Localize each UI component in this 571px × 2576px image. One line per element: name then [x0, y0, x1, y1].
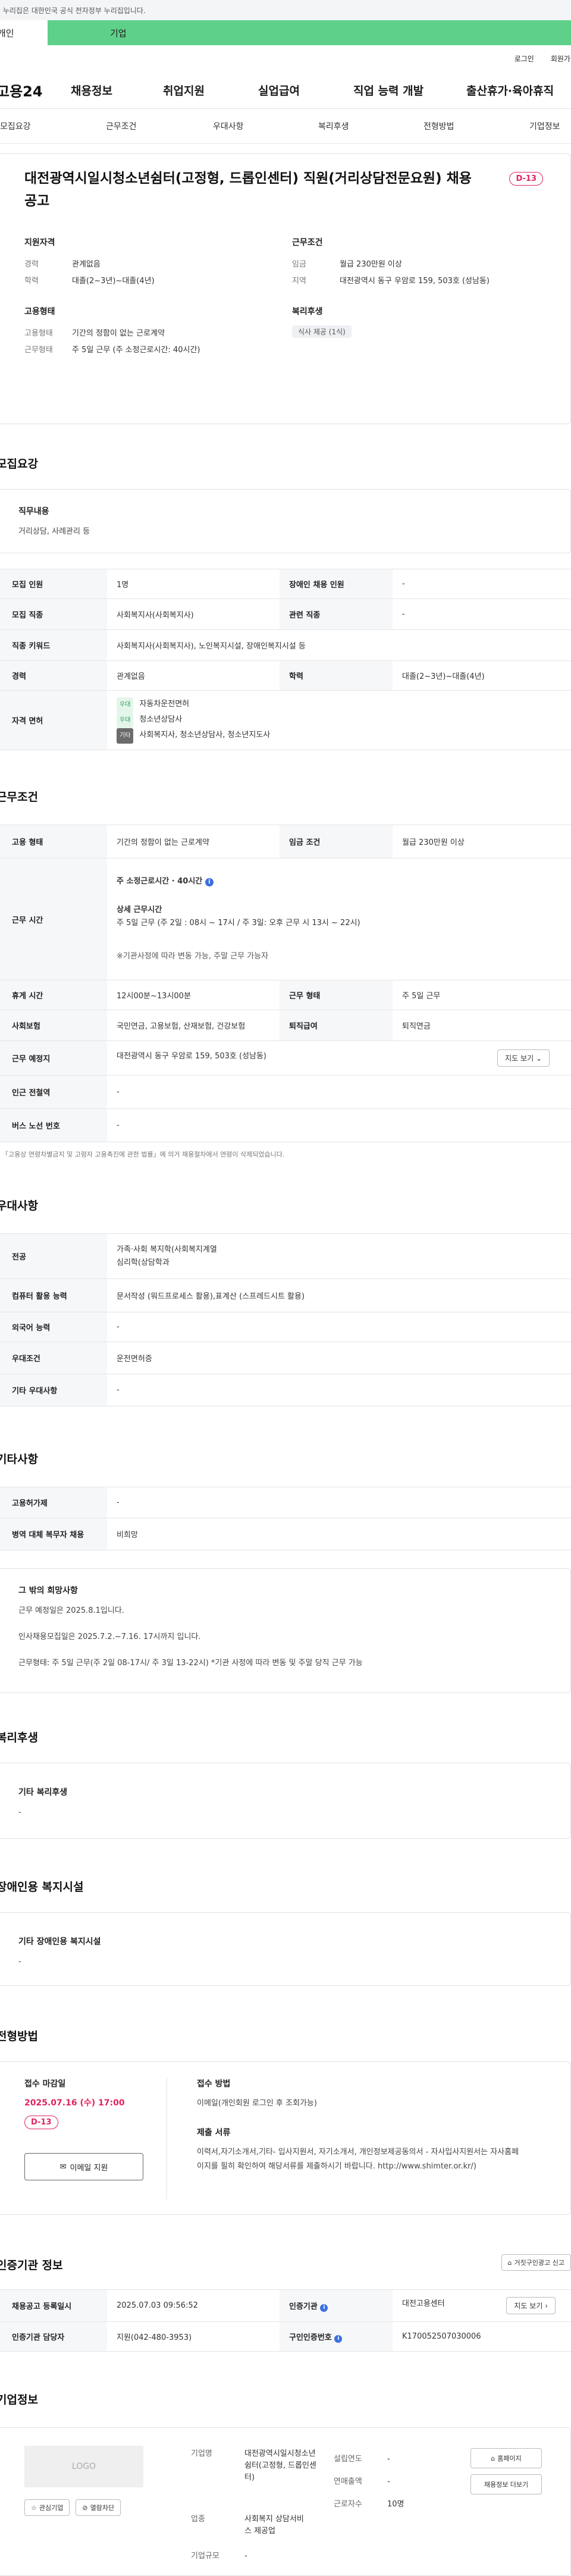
welfare-chip: 식사 제공 (1식) — [292, 325, 352, 338]
block-company-button[interactable]: ⊘ 열람차단 — [76, 2499, 121, 2516]
mail-icon: ✉ — [59, 2162, 67, 2171]
pref-section: 우대사항 전공 가족·사회 복지학(사회복지계열 심리학(상담학과 컴퓨터 활용 능… — [0, 1197, 571, 1406]
job-summary-card: 대전광역시일시청소년쉼터(고정형, 드롭인센터) 직원(거리상담전문요원) 채용… — [0, 153, 571, 424]
job-title: 대전광역시일시청소년쉼터(고정형, 드롭인센터) 직원(거리상담전문요원) 채용… — [24, 171, 472, 209]
user-type-tabs: 개인 기업 — [0, 20, 571, 45]
gnb-employment-support[interactable]: 취업지원 — [163, 82, 258, 98]
home-icon: ⌂ — [491, 2454, 495, 2462]
info-icon[interactable]: i — [334, 2334, 343, 2343]
favorite-company-button[interactable]: ☆ 관심기업 — [24, 2499, 70, 2516]
gnb-parental-leave[interactable]: 출산휴가·육아휴직 — [466, 82, 554, 98]
login-link[interactable]: 로그인 — [514, 54, 534, 64]
section-title: 전형방법 — [0, 2030, 38, 2043]
global-nav: 고용24 채용정보 취업지원 실업급여 직업 능력 개발 출산휴가·육아휴직 — [0, 71, 571, 108]
agency-section: 인증기관 정보 ⌂ 거짓구인광고 신고 채용공고 등록일시 2025.07.03 0… — [0, 2254, 571, 2352]
summary-conditions: 근무조건 임금 월급 230만원 이상 지역 대전광역시 동구 우암로 159, 5… — [292, 238, 490, 286]
homepage-button[interactable]: ⌂ 홈페이지 — [470, 2448, 542, 2468]
tab-pref[interactable]: 우대사항 — [213, 120, 244, 132]
section-title: 모집요강 — [0, 457, 38, 471]
block-icon: ⊘ — [82, 2503, 88, 2512]
facility-section: 장애인용 복지시설 기타 장애인용 복지시설 - — [0, 1878, 571, 1986]
map-button[interactable]: 지도 보기 ⌄ — [497, 1049, 550, 1067]
info-icon[interactable]: i — [205, 878, 214, 886]
section-tabs: 모집요강 근무조건 우대사항 복리후생 전형방법 기업정보 — [0, 108, 571, 144]
tab-personal[interactable]: 개인 — [0, 20, 48, 45]
work-section: 근무조건 고용 형태 기간의 정함이 없는 근로계약 임금 조건 월급 230만원 이… — [0, 788, 571, 1159]
welfare-section: 복리후생 기타 복리후생 - — [0, 1729, 571, 1839]
star-icon: ☆ — [31, 2503, 37, 2512]
tab-method[interactable]: 전형방법 — [423, 120, 454, 132]
section-title: 우대사항 — [0, 1199, 38, 1212]
tab-welfare[interactable]: 복리후생 — [318, 120, 349, 132]
company-logo: LOGO — [24, 2446, 143, 2487]
recruit-section: 모집요강 직무내용 거리상담, 사례관리 등 모집 인원 1명 장애인 채용 인원 -… — [0, 455, 571, 750]
welfare-box: 기타 복리후생 - — [0, 1763, 571, 1839]
company-section: 기업정보 LOGO ☆ 관심기업 ⊘ 열람차단 기업명 대전광역시일시청소년쉼터(고… — [0, 2391, 571, 2576]
section-title: 장애인용 복지시설 — [0, 1881, 84, 1894]
other-section: 기타사항 고용허가제 - 병역 대체 복무자 채용 비희망 그 밖의 희망사항 근무… — [0, 1450, 571, 1693]
duty-box: 직무내용 거리상담, 사례관리 등 — [0, 489, 571, 553]
facility-box: 기타 장애인용 복지시설 - — [0, 1912, 571, 1986]
summary-welfare: 복리후생 식사 제공 (1식) — [292, 305, 530, 359]
wish-box: 그 밖의 희망사항 근무 예정일은 2025.8.1입니다. 인사채용모집일은 … — [0, 1568, 571, 1693]
home-icon: ⌂ — [507, 2258, 512, 2267]
tab-work[interactable]: 근무조건 — [106, 120, 137, 132]
gnb-jobs[interactable]: 채용정보 — [71, 82, 163, 98]
section-title: 복리후생 — [0, 1731, 38, 1744]
agency-map-button[interactable]: 지도 보기 › — [506, 2297, 556, 2314]
section-title: 기타사항 — [0, 1453, 38, 1466]
tab-company[interactable]: 기업정보 — [529, 120, 560, 132]
company-card: LOGO ☆ 관심기업 ⊘ 열람차단 기업명 대전광역시일시청소년쉼터(고정형, 드… — [0, 2427, 571, 2576]
summary-qualification: 지원자격 경력 관계없음 학력 대졸(2~3년)~대졸(4년) — [24, 238, 155, 286]
gov-banner: 이 누리집은 대한민국 공식 전자정부 누리집입니다. — [0, 0, 571, 20]
email-apply-button[interactable]: ✉ 이메일 지원 — [24, 2153, 143, 2180]
report-button[interactable]: ⌂ 거짓구인광고 신고 — [501, 2254, 571, 2271]
more-jobs-button[interactable]: 채용정보 더보기 — [470, 2474, 542, 2494]
summary-employment: 고용형태 고용형태 기간의 정함이 없는 근로계약 근무형태 주 5일 근무 (주 … — [24, 307, 200, 355]
dday-badge: D-13 — [509, 172, 543, 186]
gnb-unemployment-benefit[interactable]: 실업급여 — [258, 82, 353, 98]
method-card: 접수 마감일 2025.07.16 (수) 17:00 D-13 ✉ 이메일 지원… — [0, 2061, 571, 2215]
gnb-job-training[interactable]: 직업 능력 개발 — [353, 82, 466, 98]
deadline: 2025.07.16 (수) 17:00 — [24, 2098, 125, 2108]
tab-recruit[interactable]: 모집요강 — [0, 120, 31, 132]
method-section: 전형방법 접수 마감일 2025.07.16 (수) 17:00 D-13 ✉ 이… — [0, 2027, 571, 2215]
section-title: 기업정보 — [0, 2393, 38, 2406]
site-logo[interactable]: 고용24 — [0, 80, 71, 101]
section-title: 근무조건 — [0, 791, 38, 804]
tab-company[interactable]: 기업 — [48, 20, 571, 45]
join-link[interactable]: 회원가입 — [551, 54, 571, 64]
license-list: 우대 자동차운전면허 우대 청소년상담사 기타 사회복지사, 청소년상담사, 청소년지… — [107, 690, 571, 750]
info-icon[interactable]: i — [320, 2304, 328, 2312]
dday-badge: D-13 — [24, 2116, 58, 2129]
section-title: 인증기관 정보 — [0, 2259, 63, 2272]
age-footnote: * 「고용상 연령차별금지 및 고령자 고용촉진에 관한 법률」에 의거 채용절… — [0, 1151, 285, 1158]
utility-links: 로그인 회원가입 — [0, 45, 571, 71]
